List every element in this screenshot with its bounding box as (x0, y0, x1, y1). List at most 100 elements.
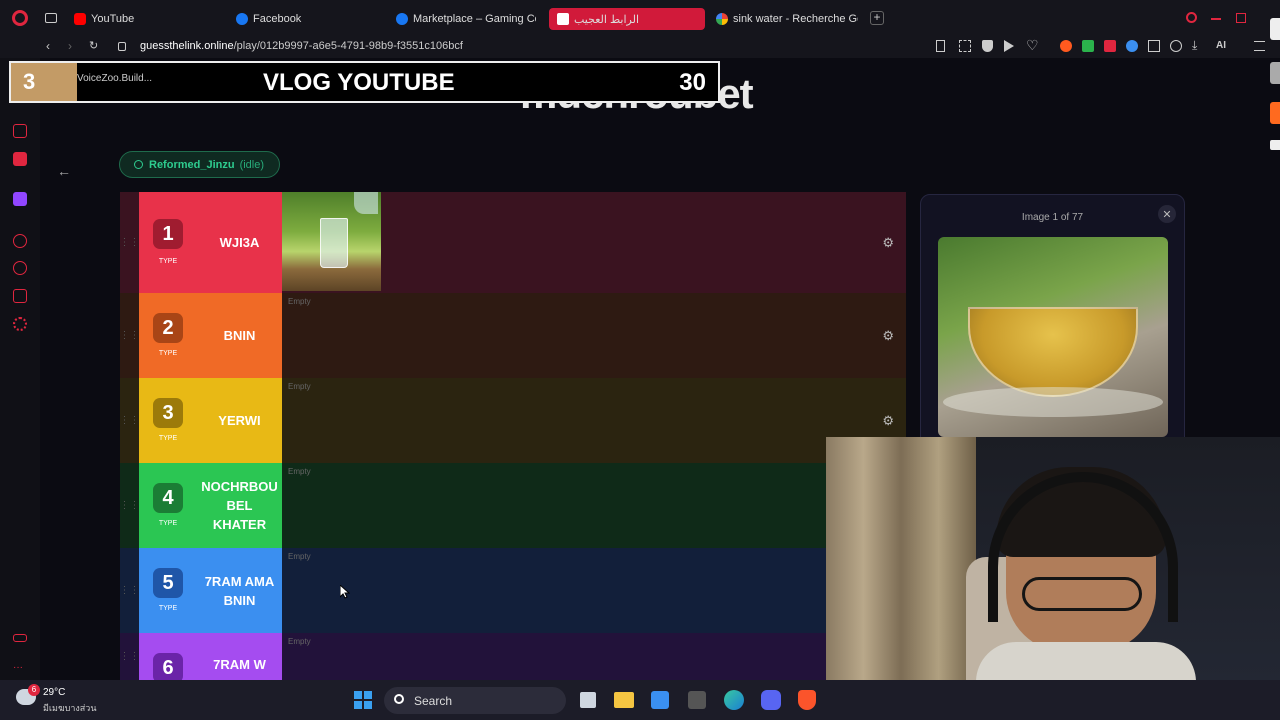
forward-icon[interactable]: › (68, 39, 72, 53)
tier-row: ⋮⋮ 6 7RAM W Empty (120, 633, 906, 683)
tier-label[interactable]: NOCHRBOU BEL KHATER (197, 463, 282, 548)
app-icon[interactable] (688, 691, 706, 709)
drag-handle-icon[interactable]: ⋮⋮ (120, 293, 140, 378)
reload-icon[interactable]: ↻ (89, 39, 98, 52)
ai-button[interactable]: AI (1216, 40, 1226, 51)
person-body (976, 642, 1196, 680)
puzzle-icon[interactable] (1148, 40, 1160, 52)
sidebar-icon[interactable] (13, 234, 27, 248)
screen: YouTube Facebook Marketplace – Gaming Co… (0, 0, 1280, 720)
minimize-button[interactable] (1211, 18, 1221, 20)
search-placeholder: Search (414, 694, 453, 708)
tier-number: 6 (153, 653, 183, 683)
download-icon[interactable]: ⤓ (1192, 38, 1197, 53)
drag-handle-icon[interactable]: ⋮⋮ (120, 192, 140, 293)
tab-google-search[interactable]: sink water - Recherche Go (716, 8, 858, 30)
weather-widget[interactable]: 6 29°C มีเมฆบางส่วน (14, 684, 124, 714)
extension-icon[interactable] (1104, 40, 1116, 52)
extension-icon[interactable] (1082, 40, 1094, 52)
play-icon[interactable] (1004, 40, 1014, 52)
url-host: guessthelink.online (140, 40, 234, 52)
gx-icon[interactable] (13, 634, 27, 642)
image-preview-panel: Image 1 of 77 ✕ (920, 194, 1185, 454)
temperature: 29°C (43, 687, 66, 698)
heart-icon[interactable]: ♡ (1026, 37, 1039, 54)
lock-icon (118, 42, 126, 51)
tab-label: Marketplace – Gaming Co (413, 13, 536, 25)
tab-list-icon[interactable] (45, 13, 57, 23)
sidebar-icon[interactable] (13, 124, 27, 138)
tier-drop-zone[interactable]: Empty (282, 378, 906, 463)
drag-handle-icon[interactable]: ⋮⋮ (120, 378, 140, 463)
back-button[interactable]: ← (57, 163, 77, 181)
gear-icon[interactable]: ⚙ (882, 328, 894, 344)
history-icon[interactable] (13, 261, 27, 275)
twitch-icon[interactable] (13, 192, 27, 206)
facebook-icon (396, 13, 408, 25)
arrow-left-icon: ← (57, 163, 71, 179)
tier-label[interactable]: 7RAM W (197, 633, 282, 680)
windows-taskbar: 6 29°C มีเมฆบางส่วน Search (0, 680, 1280, 720)
tier-type: TYPE (158, 520, 178, 527)
brave-icon[interactable] (798, 690, 816, 710)
empty-placeholder: Empty (288, 467, 311, 476)
discord-icon[interactable] (761, 690, 781, 710)
right-sidebar (1268, 10, 1280, 150)
menu-icon[interactable] (1254, 41, 1265, 51)
snapshot-icon[interactable] (959, 40, 971, 52)
tier-label[interactable]: 7RAM AMA BNIN (197, 548, 282, 633)
tab-guess-the-link[interactable]: الرابط العجيب (549, 8, 705, 30)
sidebar-icon[interactable] (13, 152, 27, 166)
restore-button[interactable] (1236, 13, 1246, 23)
tab-facebook[interactable]: Facebook (236, 8, 386, 30)
shield-icon[interactable] (982, 40, 993, 52)
extension-icon[interactable] (1060, 40, 1072, 52)
tier-item-image[interactable] (282, 192, 381, 291)
tier-drop-zone[interactable]: Empty (282, 293, 906, 378)
user-status-pill: Reformed_Jinzu (idle) (119, 151, 280, 178)
bookmark-icon[interactable] (936, 40, 945, 52)
drag-handle-icon[interactable]: ⋮⋮ (120, 633, 140, 680)
tier-label[interactable]: BNIN (197, 293, 282, 378)
back-icon[interactable]: ‹ (46, 39, 50, 53)
file-explorer-icon[interactable] (614, 692, 634, 708)
sidebar-tab-icon[interactable] (1270, 62, 1280, 84)
windows-start-icon[interactable] (354, 691, 372, 709)
gear-icon[interactable]: ⚙ (882, 413, 894, 429)
tab-youtube[interactable]: YouTube (74, 8, 224, 30)
tier-row: ⋮⋮ 4 TYPE NOCHRBOU BEL KHATER Empty (120, 463, 906, 548)
saucer-icon (943, 387, 1163, 417)
url-field[interactable]: guessthelink.online/play/012b9997-a6e5-4… (140, 40, 463, 52)
extension-icon[interactable] (1126, 40, 1138, 52)
opera-logo-icon[interactable] (12, 10, 28, 26)
search-icon (394, 694, 404, 704)
account-icon[interactable] (1170, 40, 1182, 52)
preview-image[interactable] (938, 237, 1168, 437)
notification-badge: 6 (28, 684, 40, 696)
close-button[interactable]: ✕ (1158, 205, 1176, 223)
new-tab-button[interactable]: + (870, 11, 884, 25)
store-icon[interactable] (651, 691, 669, 709)
tier-drop-zone[interactable]: Empty (282, 463, 906, 548)
settings-icon[interactable] (13, 317, 27, 331)
tier-label[interactable]: YERWI (197, 378, 282, 463)
edge-icon[interactable] (724, 690, 744, 710)
tier-drop-zone[interactable] (282, 192, 906, 293)
search-tabs-icon[interactable] (1186, 12, 1197, 23)
extension-icon[interactable] (13, 289, 27, 303)
tier-drop-zone[interactable]: Empty (282, 633, 906, 680)
bottle-icon (354, 192, 378, 214)
tab-marketplace[interactable]: Marketplace – Gaming Co (396, 8, 536, 30)
taskbar-search[interactable]: Search (384, 687, 566, 714)
sidebar-tab-icon[interactable] (1270, 18, 1280, 40)
drag-handle-icon[interactable]: ⋮⋮ (120, 548, 140, 633)
tier-type: TYPE (158, 435, 178, 442)
drag-handle-icon[interactable]: ⋮⋮ (120, 463, 140, 548)
more-icon[interactable]: ··· (13, 662, 23, 676)
task-view-icon[interactable] (580, 692, 596, 708)
sidebar-tab-icon[interactable] (1270, 102, 1280, 124)
tier-drop-zone[interactable]: Empty (282, 548, 906, 633)
tier-label[interactable]: WJI3A (197, 192, 282, 293)
sidebar-tab-icon[interactable] (1270, 140, 1280, 150)
gear-icon[interactable]: ⚙ (882, 235, 894, 251)
